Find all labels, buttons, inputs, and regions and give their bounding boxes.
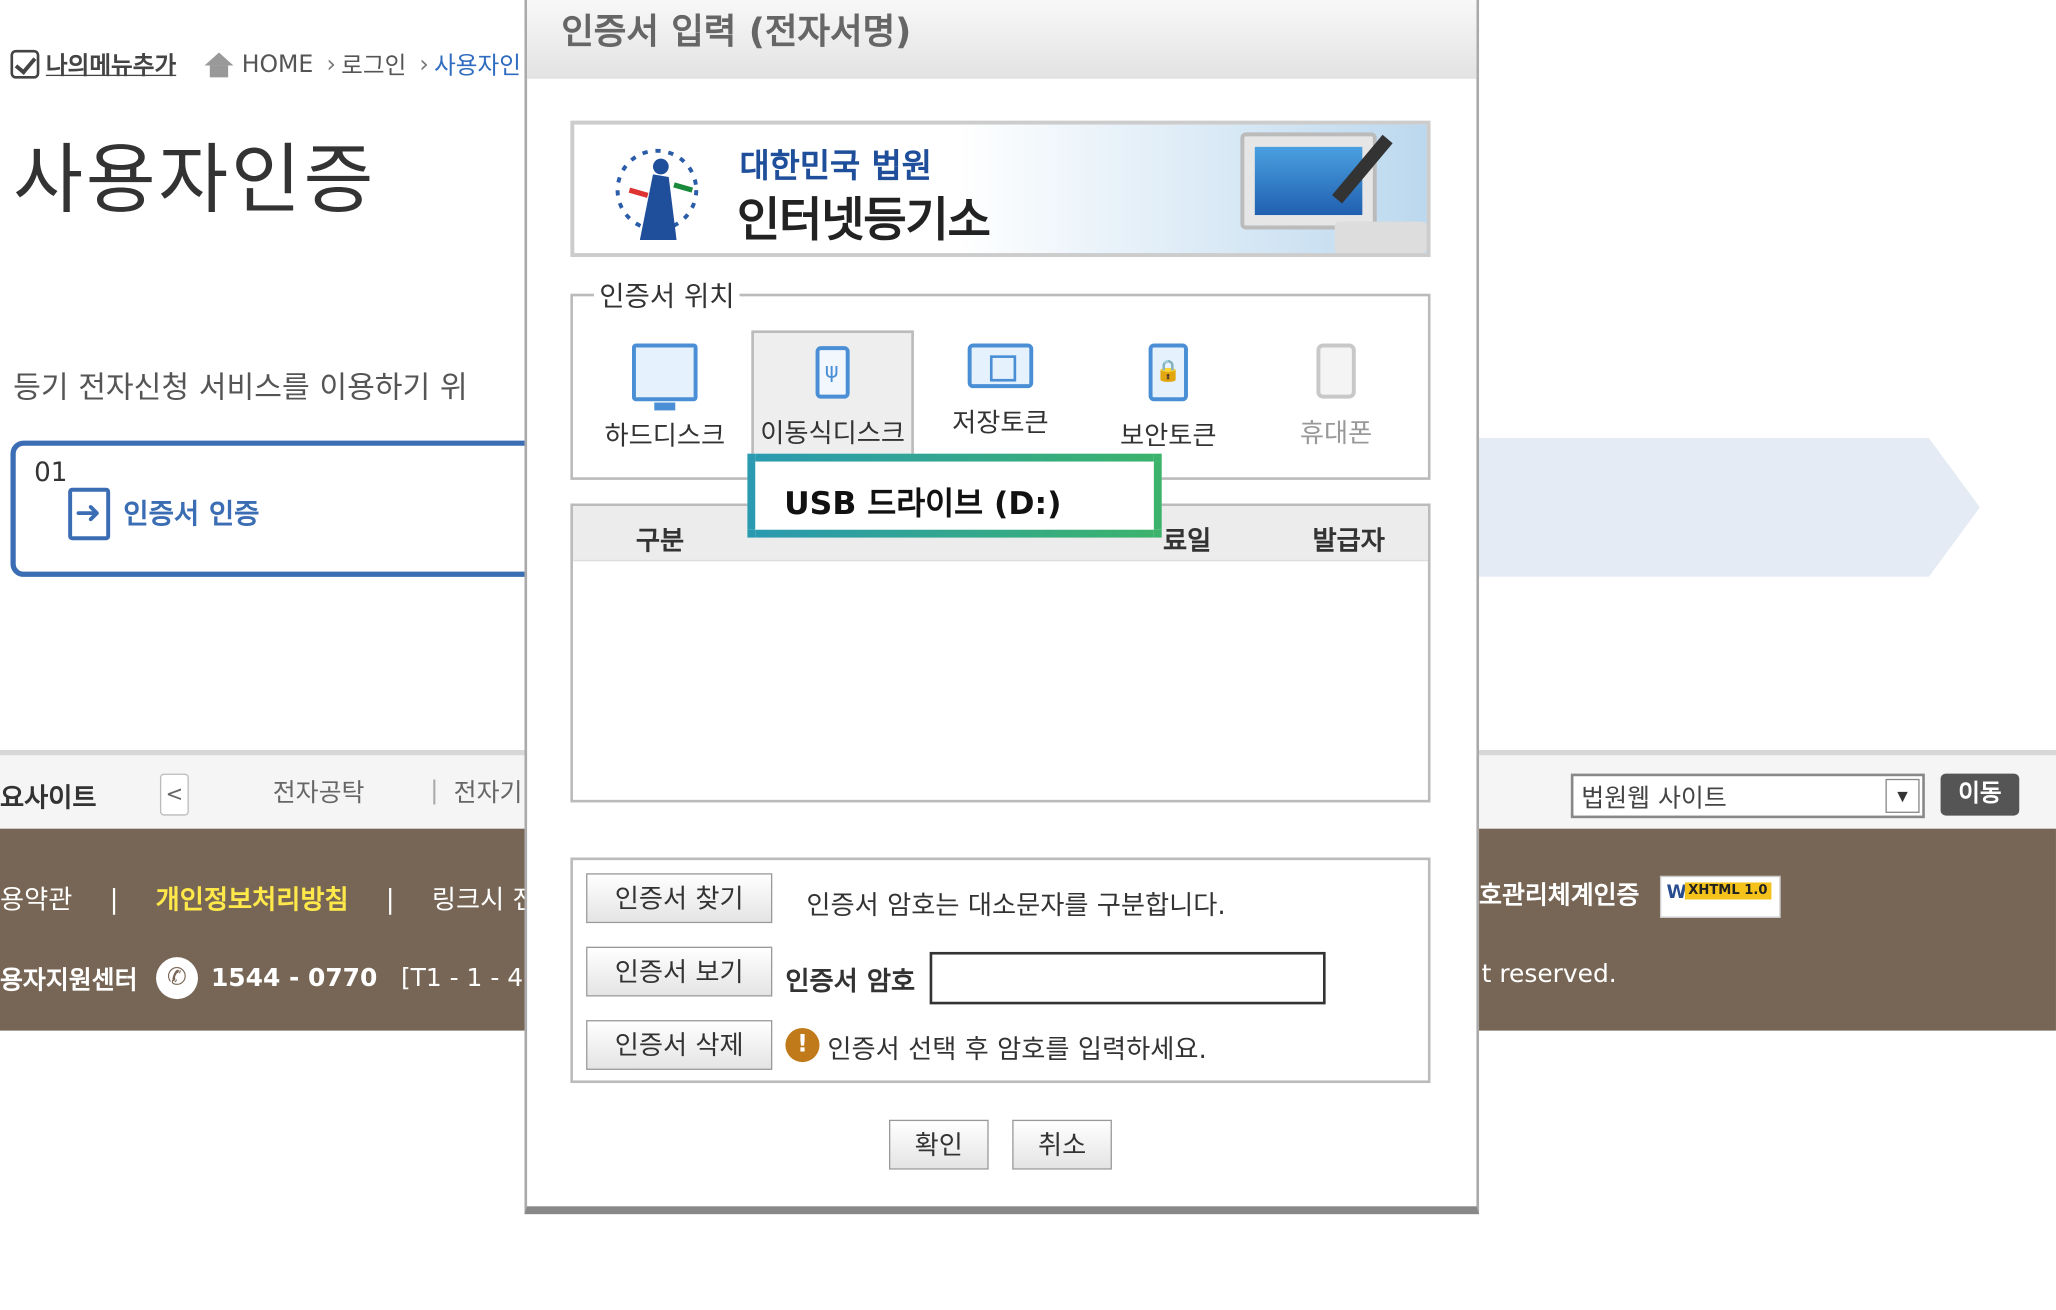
step-arrow [1468,437,1980,577]
password-input[interactable] [929,951,1326,1005]
phone-code: [T1 - 1 - 4] [400,963,533,993]
warning-icon: ! [785,1027,820,1063]
cert-actions: 인증서 찾기 인증서 암호는 대소문자를 구분합니다. 인증서 보기 인증서 암… [570,857,1431,1084]
location-hard-disk[interactable]: 하드디스크 [583,330,746,479]
page-title: 사용자인증 [13,135,377,225]
cert-location-legend: 인증서 위치 [593,275,740,315]
court-site-select[interactable]: 법원웹 사이트 ▾ [1570,773,1925,819]
cert-location-group: 인증서 위치 하드디스크 이동식디스크 저장토큰 보안토큰 휴대폰 [570,275,1431,480]
location-label: 보안토큰 [1120,419,1217,452]
location-mobile-phone[interactable]: 휴대폰 [1255,330,1418,479]
intro-text: 등기 전자신청 서비스를 이용하기 위 [13,371,468,406]
mobile-phone-icon [1316,343,1356,399]
step-label: 인증서 인증 [123,498,260,530]
privacy-policy-link[interactable]: 개인정보처리방침 [156,884,349,915]
phone-icon: ✆ [155,957,198,1000]
cancel-button[interactable]: 취소 [1012,1119,1112,1170]
home-icon [205,52,234,78]
location-label: 휴대폰 [1299,416,1373,449]
delete-cert-button[interactable]: 인증서 삭제 [586,1020,773,1070]
breadcrumb-login-label: 로그인 [341,52,407,80]
court-name: 대한민국 법원 [739,146,932,185]
chevron-right-icon: › [326,50,336,79]
terms-link[interactable]: 용약관 [0,884,72,915]
ok-button[interactable]: 확인 [888,1119,989,1170]
site-link[interactable]: 전자기 [454,774,523,809]
usb-drive-icon [815,346,850,399]
support-center-label: 용자지원센터 [0,965,138,995]
site-name: 인터넷등기소 [736,194,991,248]
hard-disk-icon [631,343,698,411]
security-token-icon [1148,343,1188,402]
case-sensitive-note: 인증서 암호는 대소문자를 구분합니다. [806,888,1226,921]
top-bar: 나의메뉴추가 HOME › 로그인 › 사용자인 [10,47,534,81]
footer-contact: 용자지원센터 ✆ 1544 - 0770 [T1 - 1 - 4] [0,957,533,1000]
chevron-down-icon[interactable]: ▾ [1885,778,1920,813]
breadcrumb-home[interactable]: HOME [205,50,313,78]
cert-mark-text: 호관리체계인증 [1479,881,1640,910]
cert-list-table[interactable]: 구분 료일 발급자 [570,503,1431,803]
site-link[interactable]: 전자공탁 [273,774,365,809]
location-label: 저장토큰 [952,406,1049,438]
sites-prev-button[interactable]: < [159,773,189,816]
select-value: 법원웹 사이트 [1581,784,1727,813]
court-banner: 대한민국 법원 인터넷등기소 [570,120,1431,257]
location-label: 하드디스크 [604,419,726,452]
step-cert-auth: 01 인증서 인증 [10,440,575,577]
view-cert-button[interactable]: 인증서 보기 [586,946,773,997]
location-label: 이동식디스크 [760,416,905,449]
checkbox-icon [10,49,40,79]
storage-token-icon [967,343,1034,389]
chevron-right-icon: › [419,50,429,79]
col-category: 구분 [635,524,685,556]
enter-icon [68,487,111,541]
go-button[interactable]: 이동 [1940,773,2020,816]
xhtml-badge: XHTML 1.0 [1684,882,1772,900]
breadcrumb-login[interactable]: › 로그인 [326,47,406,81]
sites-title: 요사이트 [0,781,97,813]
find-cert-button[interactable]: 인증서 찾기 [586,873,773,924]
col-issuer: 발급자 [1312,524,1385,556]
breadcrumb-current[interactable]: › 사용자인 [419,47,521,81]
my-menu-label: 나의메뉴추가 [45,52,177,80]
col-expiry: 료일 [1163,524,1212,556]
support-phone: 1544 - 0770 [210,963,378,993]
usb-drive-tooltip[interactable]: USB 드라이브 (D:) [747,453,1162,538]
my-menu-add-link[interactable]: 나의메뉴추가 [10,47,176,81]
court-logo-icon [615,148,699,240]
dialog-title: 인증서 입력 (전자서명) [527,0,1477,79]
footer-links: 용약관 | 개인정보처리방침 | 링크시 전저 [0,883,561,916]
password-hint: 인증서 선택 후 암호를 입력하세요. [827,1033,1207,1065]
step-number: 01 [34,456,68,488]
divider: | [430,776,439,806]
w3c-badge[interactable]: W3C XHTML 1.0 [1659,875,1781,918]
breadcrumb-home-label: HOME [241,50,314,79]
breadcrumb-current-label: 사용자인 [434,52,521,80]
keyboard-illustration [1334,221,1427,254]
cert-dialog: 인증서 입력 (전자서명) 대한민국 법원 인터넷등기소 인증서 위치 하드디스… [524,0,1480,1215]
password-label: 인증서 암호 [785,965,916,997]
copyright-text: t reserved. [1481,959,1617,989]
